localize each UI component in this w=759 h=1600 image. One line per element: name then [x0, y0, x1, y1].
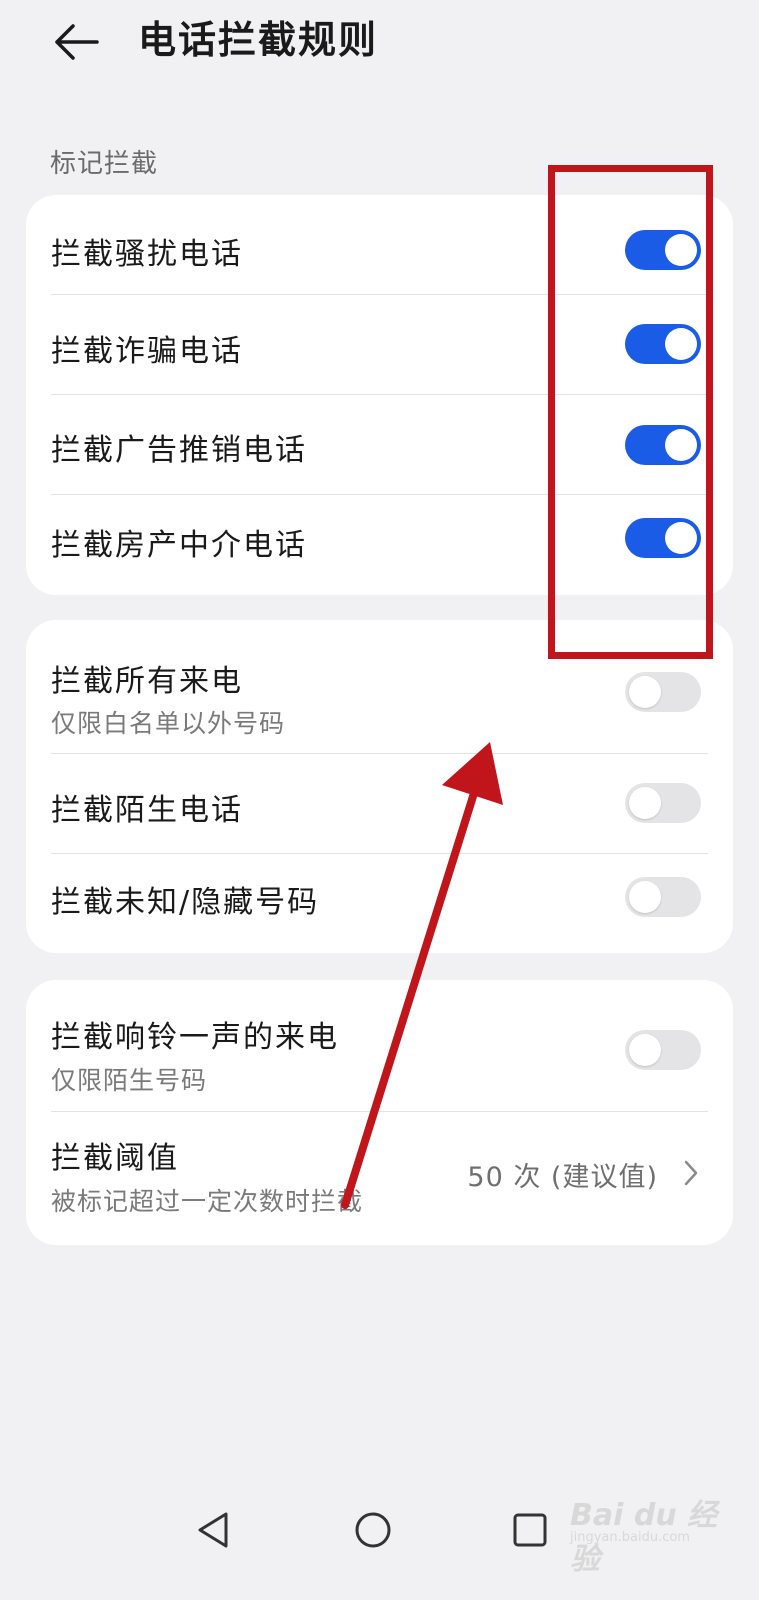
- nav-home-button[interactable]: [343, 1500, 403, 1560]
- watermark-url: jingyan.baidu.com: [570, 1530, 690, 1545]
- annotation-arrow-icon: [341, 742, 503, 1209]
- nav-back-button[interactable]: [183, 1500, 243, 1560]
- recents-square-icon: [513, 1513, 547, 1547]
- back-triangle-icon: [198, 1512, 228, 1548]
- nav-recents-button[interactable]: [500, 1500, 560, 1560]
- home-circle-icon: [355, 1512, 391, 1548]
- baidu-watermark: Bai du 经验 jingyan.baidu.com: [570, 1490, 720, 1577]
